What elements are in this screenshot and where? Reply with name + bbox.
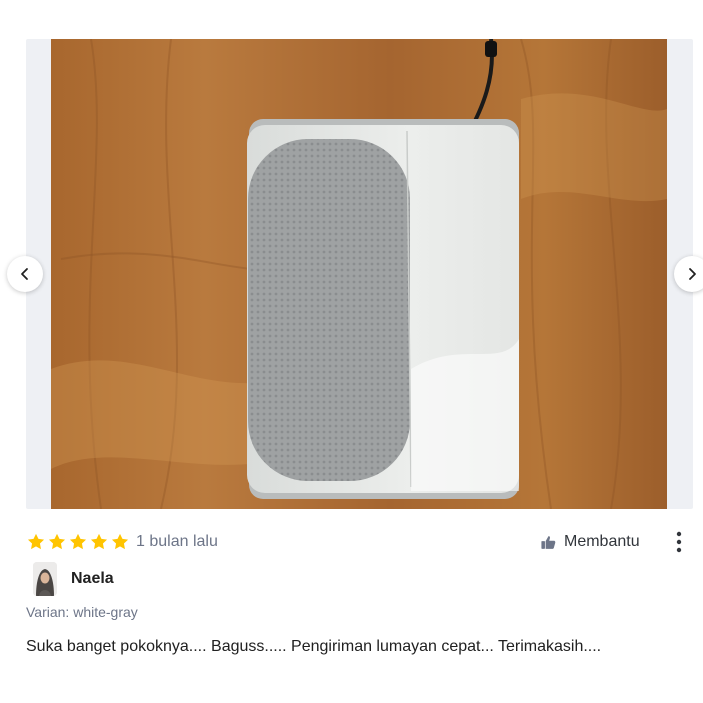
chevron-left-icon — [21, 268, 28, 280]
review-image-carousel — [26, 39, 693, 509]
thumbs-up-icon — [541, 535, 556, 549]
review-meta-row: 1 bulan lalu Membantu — [26, 530, 691, 554]
reviewer-name[interactable]: Naela — [71, 570, 114, 588]
star-icon — [27, 533, 45, 550]
reviewer-info: Naela — [33, 562, 114, 596]
kebab-menu-icon — [676, 531, 682, 553]
star-icon — [111, 533, 129, 550]
helpful-button[interactable]: Membantu — [540, 530, 640, 554]
star-icon — [48, 533, 66, 550]
carousel-next-button[interactable] — [674, 256, 703, 292]
review-time-ago: 1 bulan lalu — [136, 533, 218, 550]
avatar[interactable] — [33, 562, 57, 596]
star-icon — [90, 533, 108, 550]
star-rating — [26, 532, 130, 552]
carousel-prev-button[interactable] — [7, 256, 43, 292]
chevron-right-icon — [689, 268, 696, 280]
helpful-label: Membantu — [564, 533, 640, 550]
review-photo[interactable] — [51, 39, 667, 509]
product-variant: Varian: white-gray — [26, 604, 138, 620]
star-icon — [69, 533, 87, 550]
review-text: Suka banget pokoknya.... Baguss..... Pen… — [26, 638, 602, 655]
more-options-button[interactable] — [670, 530, 688, 554]
